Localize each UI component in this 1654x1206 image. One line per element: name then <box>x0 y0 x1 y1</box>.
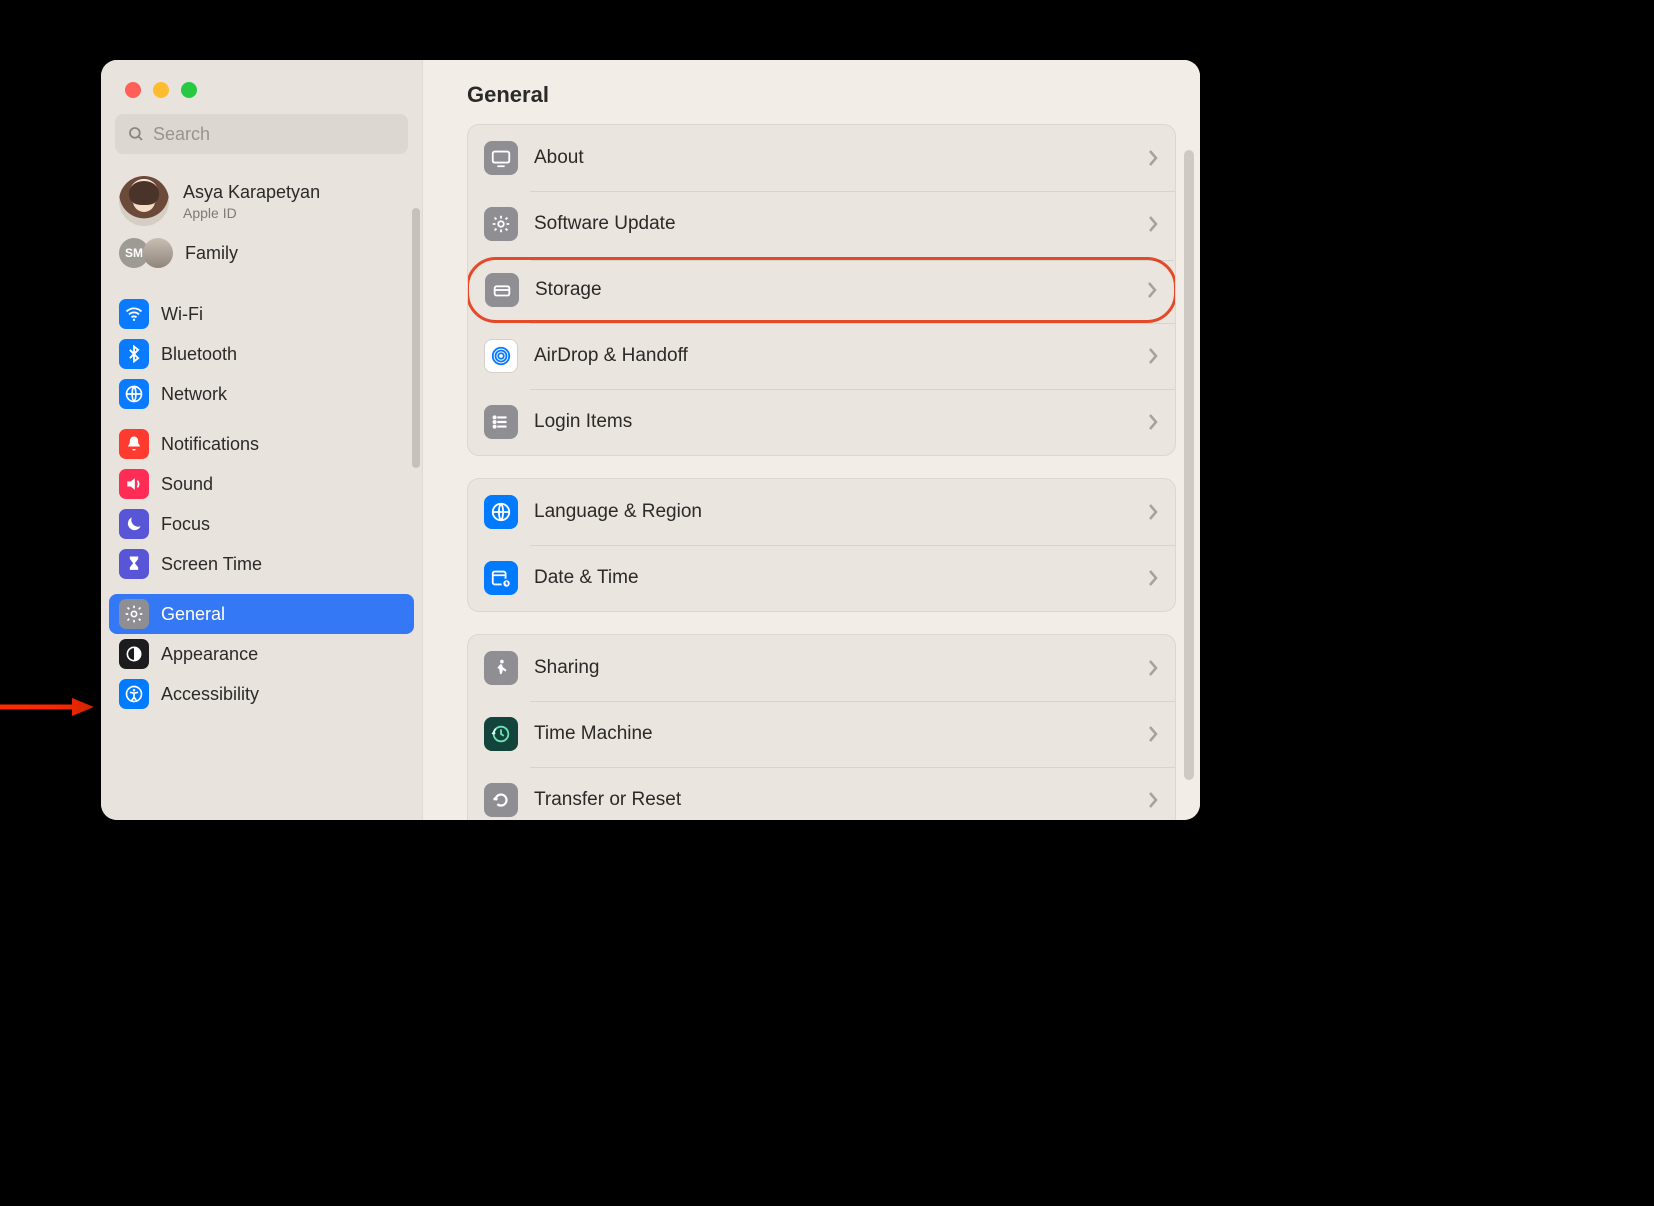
row-label: Language & Region <box>534 501 702 523</box>
display-icon <box>484 141 518 175</box>
row-storage[interactable]: Storage <box>467 257 1176 323</box>
sidebar-item-label: Sound <box>161 474 213 495</box>
clock-arrow-icon <box>484 717 518 751</box>
sidebar-item-label: Bluetooth <box>161 344 237 365</box>
settings-section: Language & Region Date & Time <box>467 478 1176 612</box>
sidebar-item-notifications[interactable]: Notifications <box>109 424 414 464</box>
close-window-button[interactable] <box>125 82 141 98</box>
family-row[interactable]: SM Family <box>101 232 422 280</box>
family-avatars: SM <box>119 238 173 268</box>
row-label: AirDrop & Handoff <box>534 345 688 367</box>
sidebar: Asya Karapetyan Apple ID SM Family Wi-Fi <box>101 60 423 820</box>
window-controls <box>101 60 422 114</box>
globe-icon <box>119 379 149 409</box>
sidebar-item-label: Appearance <box>161 644 258 665</box>
sidebar-item-network[interactable]: Network <box>109 374 414 414</box>
account-subtitle: Apple ID <box>183 205 320 221</box>
sidebar-item-appearance[interactable]: Appearance <box>109 634 414 674</box>
sidebar-item-label: Accessibility <box>161 684 259 705</box>
settings-section: About Software Update Storage <box>467 124 1176 456</box>
chevron-right-icon <box>1147 413 1159 431</box>
list-icon <box>484 405 518 439</box>
disk-icon <box>485 273 519 307</box>
account-name: Asya Karapetyan <box>183 182 320 203</box>
family-member-avatar-icon <box>143 238 173 268</box>
user-avatar-icon <box>119 176 169 226</box>
settings-section: Sharing Time Machine Transfer or Reset <box>467 634 1176 820</box>
chevron-right-icon <box>1147 725 1159 743</box>
row-label: Sharing <box>534 657 600 679</box>
bell-icon <box>119 429 149 459</box>
sidebar-item-label: General <box>161 604 225 625</box>
search-field[interactable] <box>115 114 408 154</box>
sidebar-scrollbar[interactable] <box>412 208 420 468</box>
sidebar-list: Wi-Fi Bluetooth Network <box>101 280 422 726</box>
main-panel: General About Software Update <box>423 60 1200 820</box>
calendar-clock-icon <box>484 561 518 595</box>
row-label: Login Items <box>534 411 632 433</box>
row-label: Software Update <box>534 213 676 235</box>
sidebar-item-accessibility[interactable]: Accessibility <box>109 674 414 714</box>
chevron-right-icon <box>1147 347 1159 365</box>
row-label: Time Machine <box>534 723 653 745</box>
sidebar-item-sound[interactable]: Sound <box>109 464 414 504</box>
row-transfer-reset[interactable]: Transfer or Reset <box>468 767 1175 820</box>
page-title: General <box>423 60 1200 124</box>
sidebar-item-bluetooth[interactable]: Bluetooth <box>109 334 414 374</box>
row-label: Transfer or Reset <box>534 789 681 811</box>
airdrop-icon <box>484 339 518 373</box>
row-sharing[interactable]: Sharing <box>468 635 1175 701</box>
chevron-right-icon <box>1147 149 1159 167</box>
hourglass-icon <box>119 549 149 579</box>
gear-icon <box>119 599 149 629</box>
search-input[interactable] <box>153 124 396 145</box>
row-label: About <box>534 147 584 169</box>
sidebar-item-general[interactable]: General <box>109 594 414 634</box>
chevron-right-icon <box>1147 791 1159 809</box>
sidebar-item-label: Focus <box>161 514 210 535</box>
settings-window: Asya Karapetyan Apple ID SM Family Wi-Fi <box>101 60 1200 820</box>
content-area: About Software Update Storage <box>423 124 1200 820</box>
bluetooth-icon <box>119 339 149 369</box>
sidebar-item-label: Screen Time <box>161 554 262 575</box>
row-time-machine[interactable]: Time Machine <box>468 701 1175 767</box>
row-date-time[interactable]: Date & Time <box>468 545 1175 611</box>
chevron-right-icon <box>1147 215 1159 233</box>
speaker-icon <box>119 469 149 499</box>
reset-arrow-icon <box>484 783 518 817</box>
row-login-items[interactable]: Login Items <box>468 389 1175 455</box>
fullscreen-window-button[interactable] <box>181 82 197 98</box>
moon-icon <box>119 509 149 539</box>
row-language-region[interactable]: Language & Region <box>468 479 1175 545</box>
row-label: Date & Time <box>534 567 639 589</box>
sidebar-item-screen-time[interactable]: Screen Time <box>109 544 414 584</box>
sidebar-item-label: Wi-Fi <box>161 304 203 325</box>
chevron-right-icon <box>1147 569 1159 587</box>
row-about[interactable]: About <box>468 125 1175 191</box>
sidebar-item-label: Notifications <box>161 434 259 455</box>
row-software-update[interactable]: Software Update <box>468 191 1175 257</box>
sidebar-item-wifi[interactable]: Wi-Fi <box>109 294 414 334</box>
row-airdrop-handoff[interactable]: AirDrop & Handoff <box>468 323 1175 389</box>
appearance-icon <box>119 639 149 669</box>
chevron-right-icon <box>1147 503 1159 521</box>
chevron-right-icon <box>1147 659 1159 677</box>
wifi-icon <box>119 299 149 329</box>
sidebar-item-focus[interactable]: Focus <box>109 504 414 544</box>
person-walking-icon <box>484 651 518 685</box>
chevron-right-icon <box>1146 281 1158 299</box>
accessibility-icon <box>119 679 149 709</box>
globe-icon <box>484 495 518 529</box>
apple-id-account[interactable]: Asya Karapetyan Apple ID <box>101 166 422 232</box>
main-scrollbar[interactable] <box>1184 150 1194 780</box>
annotation-arrow-icon <box>0 696 94 718</box>
family-label: Family <box>185 243 238 264</box>
minimize-window-button[interactable] <box>153 82 169 98</box>
sidebar-item-label: Network <box>161 384 227 405</box>
gear-icon <box>484 207 518 241</box>
row-label: Storage <box>535 279 602 301</box>
search-icon <box>127 125 145 143</box>
